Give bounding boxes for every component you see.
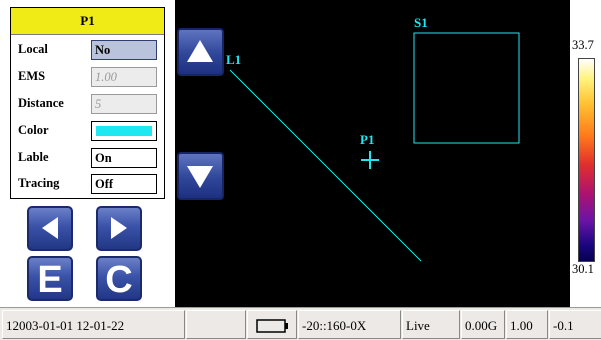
scroll-up-button[interactable] [177, 28, 224, 76]
right-button[interactable] [96, 206, 142, 251]
local-field[interactable]: No [91, 40, 157, 60]
arrow-left-icon [42, 217, 58, 239]
color-swatch [96, 126, 152, 136]
tracing-field[interactable]: Off [91, 174, 157, 194]
status-battery [247, 310, 297, 339]
e-button-label: E [37, 259, 63, 301]
thermal-viewport[interactable]: L1 S1 P1 [175, 0, 570, 307]
properties-title: P1 [11, 8, 164, 35]
palette-max-label: 33.7 [572, 38, 594, 52]
measure-area-box[interactable] [413, 32, 520, 144]
measure-line[interactable] [229, 69, 422, 262]
color-field[interactable] [91, 121, 157, 141]
ems-label: EMS [18, 69, 46, 83]
temperature-palette: 33.7 30.1 [570, 0, 601, 307]
status-range: -20::160-0X [298, 310, 401, 339]
overlay-layer: L1 S1 P1 [226, 15, 520, 262]
crosshair-icon[interactable] [361, 151, 379, 169]
left-panel: P1 Local No EMS 1.00 Distance 5 Color La… [0, 0, 175, 307]
e-button[interactable]: E [27, 256, 73, 301]
status-bar: 12003-01-01 12-01-22 -20::160-0X Live 0.… [0, 307, 601, 340]
palette-min-label: 30.1 [572, 262, 594, 276]
properties-panel: P1 Local No EMS 1.00 Distance 5 Color La… [10, 7, 165, 199]
status-empty [186, 310, 246, 339]
local-label: Local [18, 42, 48, 56]
c-button-label: C [105, 259, 133, 301]
arrow-down-icon [187, 166, 213, 188]
label-field[interactable]: On [91, 148, 157, 168]
point-label: P1 [360, 132, 374, 147]
scroll-down-button[interactable] [177, 152, 224, 200]
left-button[interactable] [27, 206, 73, 251]
distance-field[interactable]: 5 [91, 94, 157, 114]
status-storage: 0.00G [461, 310, 505, 339]
status-extra: -0.1 [549, 310, 601, 339]
arrow-up-icon [187, 40, 213, 62]
line-label: L1 [226, 52, 241, 67]
status-datetime: 12003-01-01 12-01-22 [2, 310, 185, 339]
arrow-right-icon [111, 217, 127, 239]
status-emissivity: 1.00 [506, 310, 548, 339]
battery-icon [256, 319, 288, 333]
area-label: S1 [414, 15, 428, 30]
ems-field[interactable]: 1.00 [91, 67, 157, 87]
color-label: Color [18, 123, 49, 137]
label-label: Lable [18, 150, 49, 164]
distance-label: Distance [18, 96, 64, 110]
status-mode: Live [402, 310, 460, 339]
tracing-label: Tracing [18, 176, 60, 190]
palette-color-bar [578, 58, 595, 262]
c-button[interactable]: C [96, 256, 142, 301]
